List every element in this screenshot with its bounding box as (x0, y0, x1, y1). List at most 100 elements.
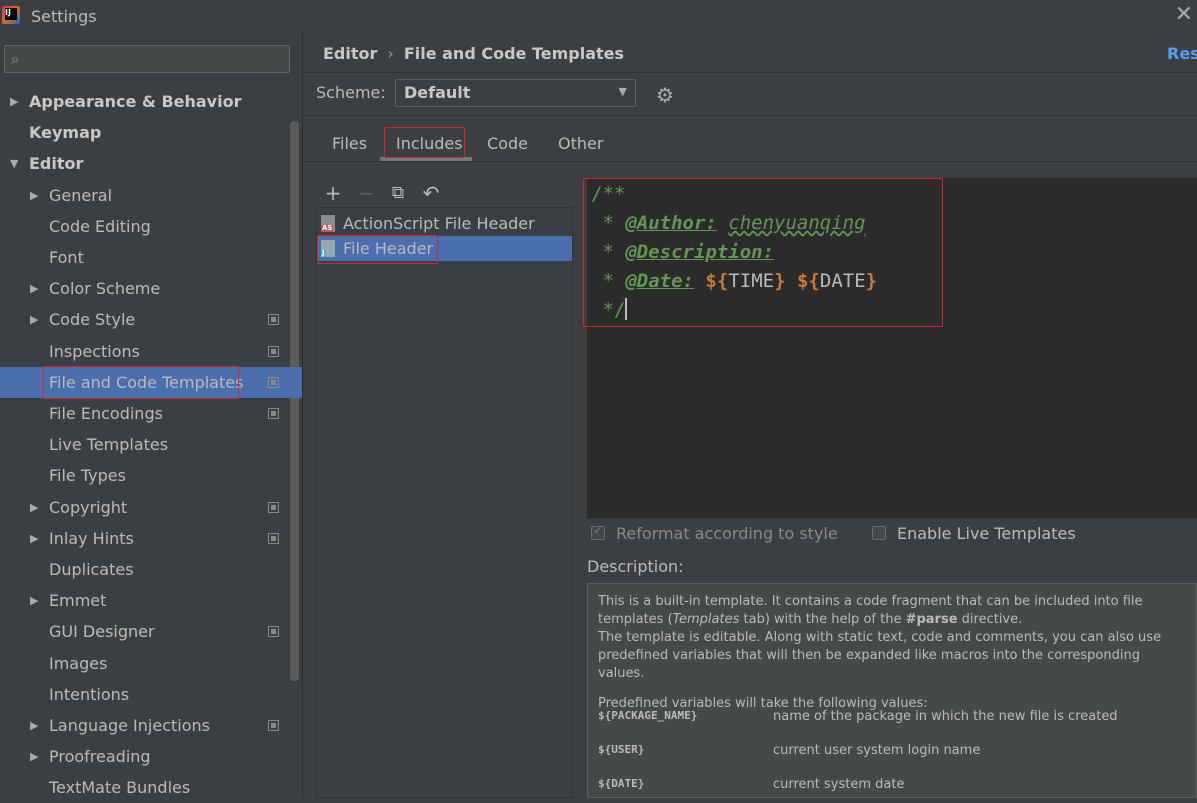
chevron-right-icon[interactable]: ▶ (30, 585, 38, 616)
sidebar-item-appearance-behavior[interactable]: ▶ Appearance & Behavior (0, 86, 302, 117)
code-line-1: /** (591, 183, 626, 205)
sidebar-item-label: Images (49, 653, 108, 673)
tab-files[interactable]: Files (332, 134, 367, 153)
sidebar-item-proofreading[interactable]: ▶ Proofreading (0, 741, 302, 772)
chevron-right-icon[interactable]: ▶ (30, 304, 38, 335)
sidebar-item-label: Code Style (49, 310, 136, 330)
sidebar-item-intentions[interactable]: Intentions (0, 679, 302, 710)
scheme-dropdown[interactable]: Default ▼ (395, 79, 636, 107)
variable-description: current system date (773, 777, 905, 792)
chevron-right-icon[interactable]: ▶ (30, 492, 38, 523)
project-settings-icon (268, 532, 279, 544)
sidebar-item-label: File Types (49, 466, 126, 486)
settings-search-input[interactable]: ⌕ (4, 45, 290, 73)
chevron-down-icon: ▼ (618, 85, 627, 98)
sidebar-item-language-injections[interactable]: ▶ Language Injections (0, 710, 302, 741)
remove-template-button[interactable]: − (354, 178, 378, 208)
description-tag: @Description: (625, 241, 775, 263)
title-bar: Settings ✕ (0, 0, 1197, 33)
chevron-right-icon[interactable]: ▶ (30, 710, 38, 741)
sidebar-item-label: GUI Designer (49, 622, 155, 642)
checkmark-icon: ✓ (593, 523, 604, 538)
chevron-right-icon[interactable]: ▶ (30, 741, 38, 772)
project-settings-icon (268, 408, 279, 419)
project-settings-icon (268, 314, 279, 326)
author-value: chenyuanqing (728, 212, 866, 234)
copy-template-button[interactable]: ⧉ (386, 178, 410, 208)
reset-template-button[interactable]: ↶ (419, 178, 443, 208)
sidebar-item-code-style[interactable]: ▶ Code Style (0, 304, 302, 335)
sidebar-item-code-editing[interactable]: Code Editing (0, 211, 302, 242)
chevron-down-icon[interactable]: ▼ (10, 148, 18, 179)
java-file-icon: J (321, 240, 335, 257)
sidebar-item-label: Live Templates (49, 435, 169, 455)
sidebar-item-editor[interactable]: ▼ Editor (0, 148, 302, 179)
sidebar-item-inlay-hints[interactable]: ▶ Inlay Hints (0, 523, 302, 554)
enable-live-templates-checkbox[interactable] (872, 526, 886, 540)
reformat-checkbox[interactable]: ✓ (591, 523, 605, 540)
sidebar-item-color-scheme[interactable]: ▶ Color Scheme (0, 273, 302, 304)
add-template-button[interactable]: + (321, 178, 345, 208)
sidebar-item-label: Editor (29, 154, 84, 174)
sidebar-item-label: TextMate Bundles (49, 778, 191, 798)
window-title: Settings (31, 7, 97, 26)
sidebar-item-emmet[interactable]: ▶ Emmet (0, 585, 302, 616)
chevron-right-icon[interactable]: ▶ (10, 86, 18, 117)
sidebar-item-label: Language Injections (49, 716, 210, 735)
project-settings-icon (268, 626, 279, 638)
tab-code[interactable]: Code (487, 134, 528, 153)
list-item-file-header[interactable]: J File Header (317, 236, 572, 261)
description-paragraph: The template is editable. Along with sta… (598, 630, 1162, 681)
sidebar-item-label: Appearance & Behavior (29, 92, 242, 111)
template-code[interactable]: /** * @Author: chenyuanqing * @Descripti… (591, 180, 877, 325)
sidebar-item-textmate-bundles[interactable]: TextMate Bundles (0, 772, 302, 803)
sidebar-item-label: File and Code Templates (49, 372, 244, 392)
tab-other[interactable]: Other (558, 134, 603, 153)
divider (304, 115, 1197, 116)
template-list-panel (316, 178, 573, 798)
sidebar-item-font[interactable]: Font (0, 242, 302, 273)
chevron-right-icon[interactable]: ▶ (30, 180, 38, 211)
date-tag: @Date: (625, 270, 694, 292)
sidebar-item-inspections[interactable]: Inspections (0, 336, 302, 367)
list-item-label: ActionScript File Header (343, 214, 535, 233)
scheme-value: Default (404, 83, 471, 102)
sidebar-item-file-encodings[interactable]: File Encodings (0, 398, 302, 429)
list-item-actionscript-file-header[interactable]: AS ActionScript File Header (317, 211, 572, 236)
sidebar-item-live-templates[interactable]: Live Templates (0, 429, 302, 460)
sidebar-item-file-types[interactable]: File Types (0, 460, 302, 491)
sidebar-item-general[interactable]: ▶ General (0, 180, 302, 211)
sidebar-item-label: Font (49, 248, 84, 267)
sidebar-item-images[interactable]: Images (0, 648, 302, 679)
breadcrumb-editor[interactable]: Editor (323, 44, 377, 63)
tab-includes[interactable]: Includes (396, 134, 463, 153)
time-variable: TIME (728, 270, 775, 292)
actionscript-file-icon: AS (321, 215, 335, 232)
project-settings-icon (268, 501, 279, 513)
sidebar-item-duplicates[interactable]: Duplicates (0, 554, 302, 585)
sidebar-item-label: Proofreading (49, 747, 151, 767)
reformat-label: Reformat according to style (616, 524, 838, 543)
sidebar-item-copyright[interactable]: ▶ Copyright (0, 492, 302, 523)
enable-live-templates-label: Enable Live Templates (897, 524, 1076, 543)
description-label: Description: (587, 557, 684, 576)
author-tag: @Author: (625, 212, 717, 234)
divider (304, 161, 1197, 162)
sidebar-item-label: Emmet (49, 591, 107, 611)
scheme-label: Scheme: (316, 83, 386, 102)
sidebar-item-file-and-code-templates[interactable]: File and Code Templates (0, 366, 302, 398)
reset-link[interactable]: Rese (1167, 44, 1197, 63)
chevron-right-icon[interactable]: ▶ (30, 523, 38, 554)
chevron-right-icon[interactable]: ▶ (30, 273, 38, 304)
gear-icon[interactable]: ⚙ (656, 83, 674, 107)
code-line-5: */ (591, 299, 626, 321)
close-icon[interactable]: ✕ (1175, 4, 1193, 26)
variable-name: ${USER} (598, 743, 645, 756)
breadcrumb-separator: › (387, 44, 394, 63)
sidebar-item-gui-designer[interactable]: GUI Designer (0, 616, 302, 647)
breadcrumb-current: File and Code Templates (403, 44, 625, 63)
sidebar-item-label: Color Scheme (49, 279, 161, 299)
search-icon: ⌕ (11, 50, 20, 68)
sidebar-item-label: File Encodings (49, 404, 163, 423)
sidebar-item-keymap[interactable]: Keymap (0, 117, 302, 148)
